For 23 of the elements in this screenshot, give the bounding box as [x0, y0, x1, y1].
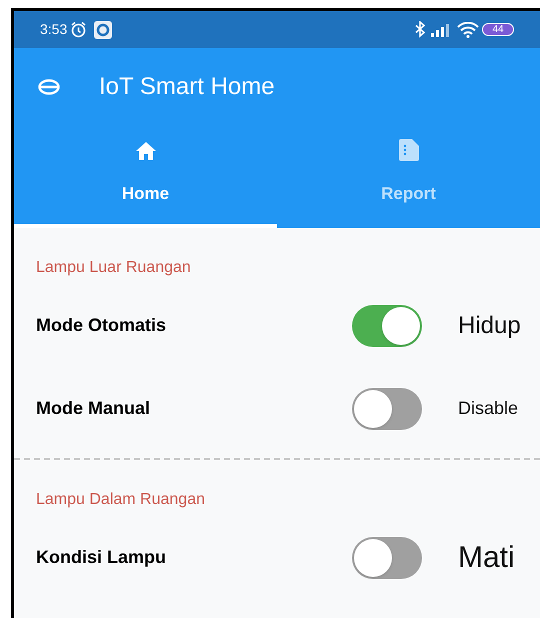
- alarm-icon: [70, 21, 88, 38]
- tab[interactable]: Report: [277, 125, 540, 228]
- wifi-icon: [457, 22, 479, 38]
- document-icon: [398, 138, 418, 160]
- battery-indicator: 44: [482, 23, 514, 36]
- toggle-switch[interactable]: [352, 304, 422, 346]
- status-text: Disable: [458, 397, 518, 420]
- setting-label: Mode Manual: [36, 397, 152, 420]
- setting-label: Mode Otomatis: [36, 314, 168, 337]
- app-notification-icon: [94, 20, 112, 38]
- toggle-switch[interactable]: [352, 388, 422, 430]
- toggle-switch[interactable]: [352, 536, 422, 578]
- section-title: Lampu Luar Ruangan: [35, 258, 192, 278]
- home-icon: [134, 140, 156, 160]
- bluetooth-icon: [413, 21, 427, 38]
- setting-label: Kondisi Lampu: [36, 546, 167, 569]
- tab[interactable]: Home: [14, 125, 277, 228]
- app-title: IoT Smart Home: [99, 72, 275, 102]
- status-time: 3:53: [40, 20, 68, 39]
- section-title: Lampu Dalam Ruangan: [35, 490, 206, 510]
- status-text: Hidup: [458, 310, 521, 340]
- status-text: Mati: [458, 540, 515, 576]
- menu-icon[interactable]: [38, 78, 60, 94]
